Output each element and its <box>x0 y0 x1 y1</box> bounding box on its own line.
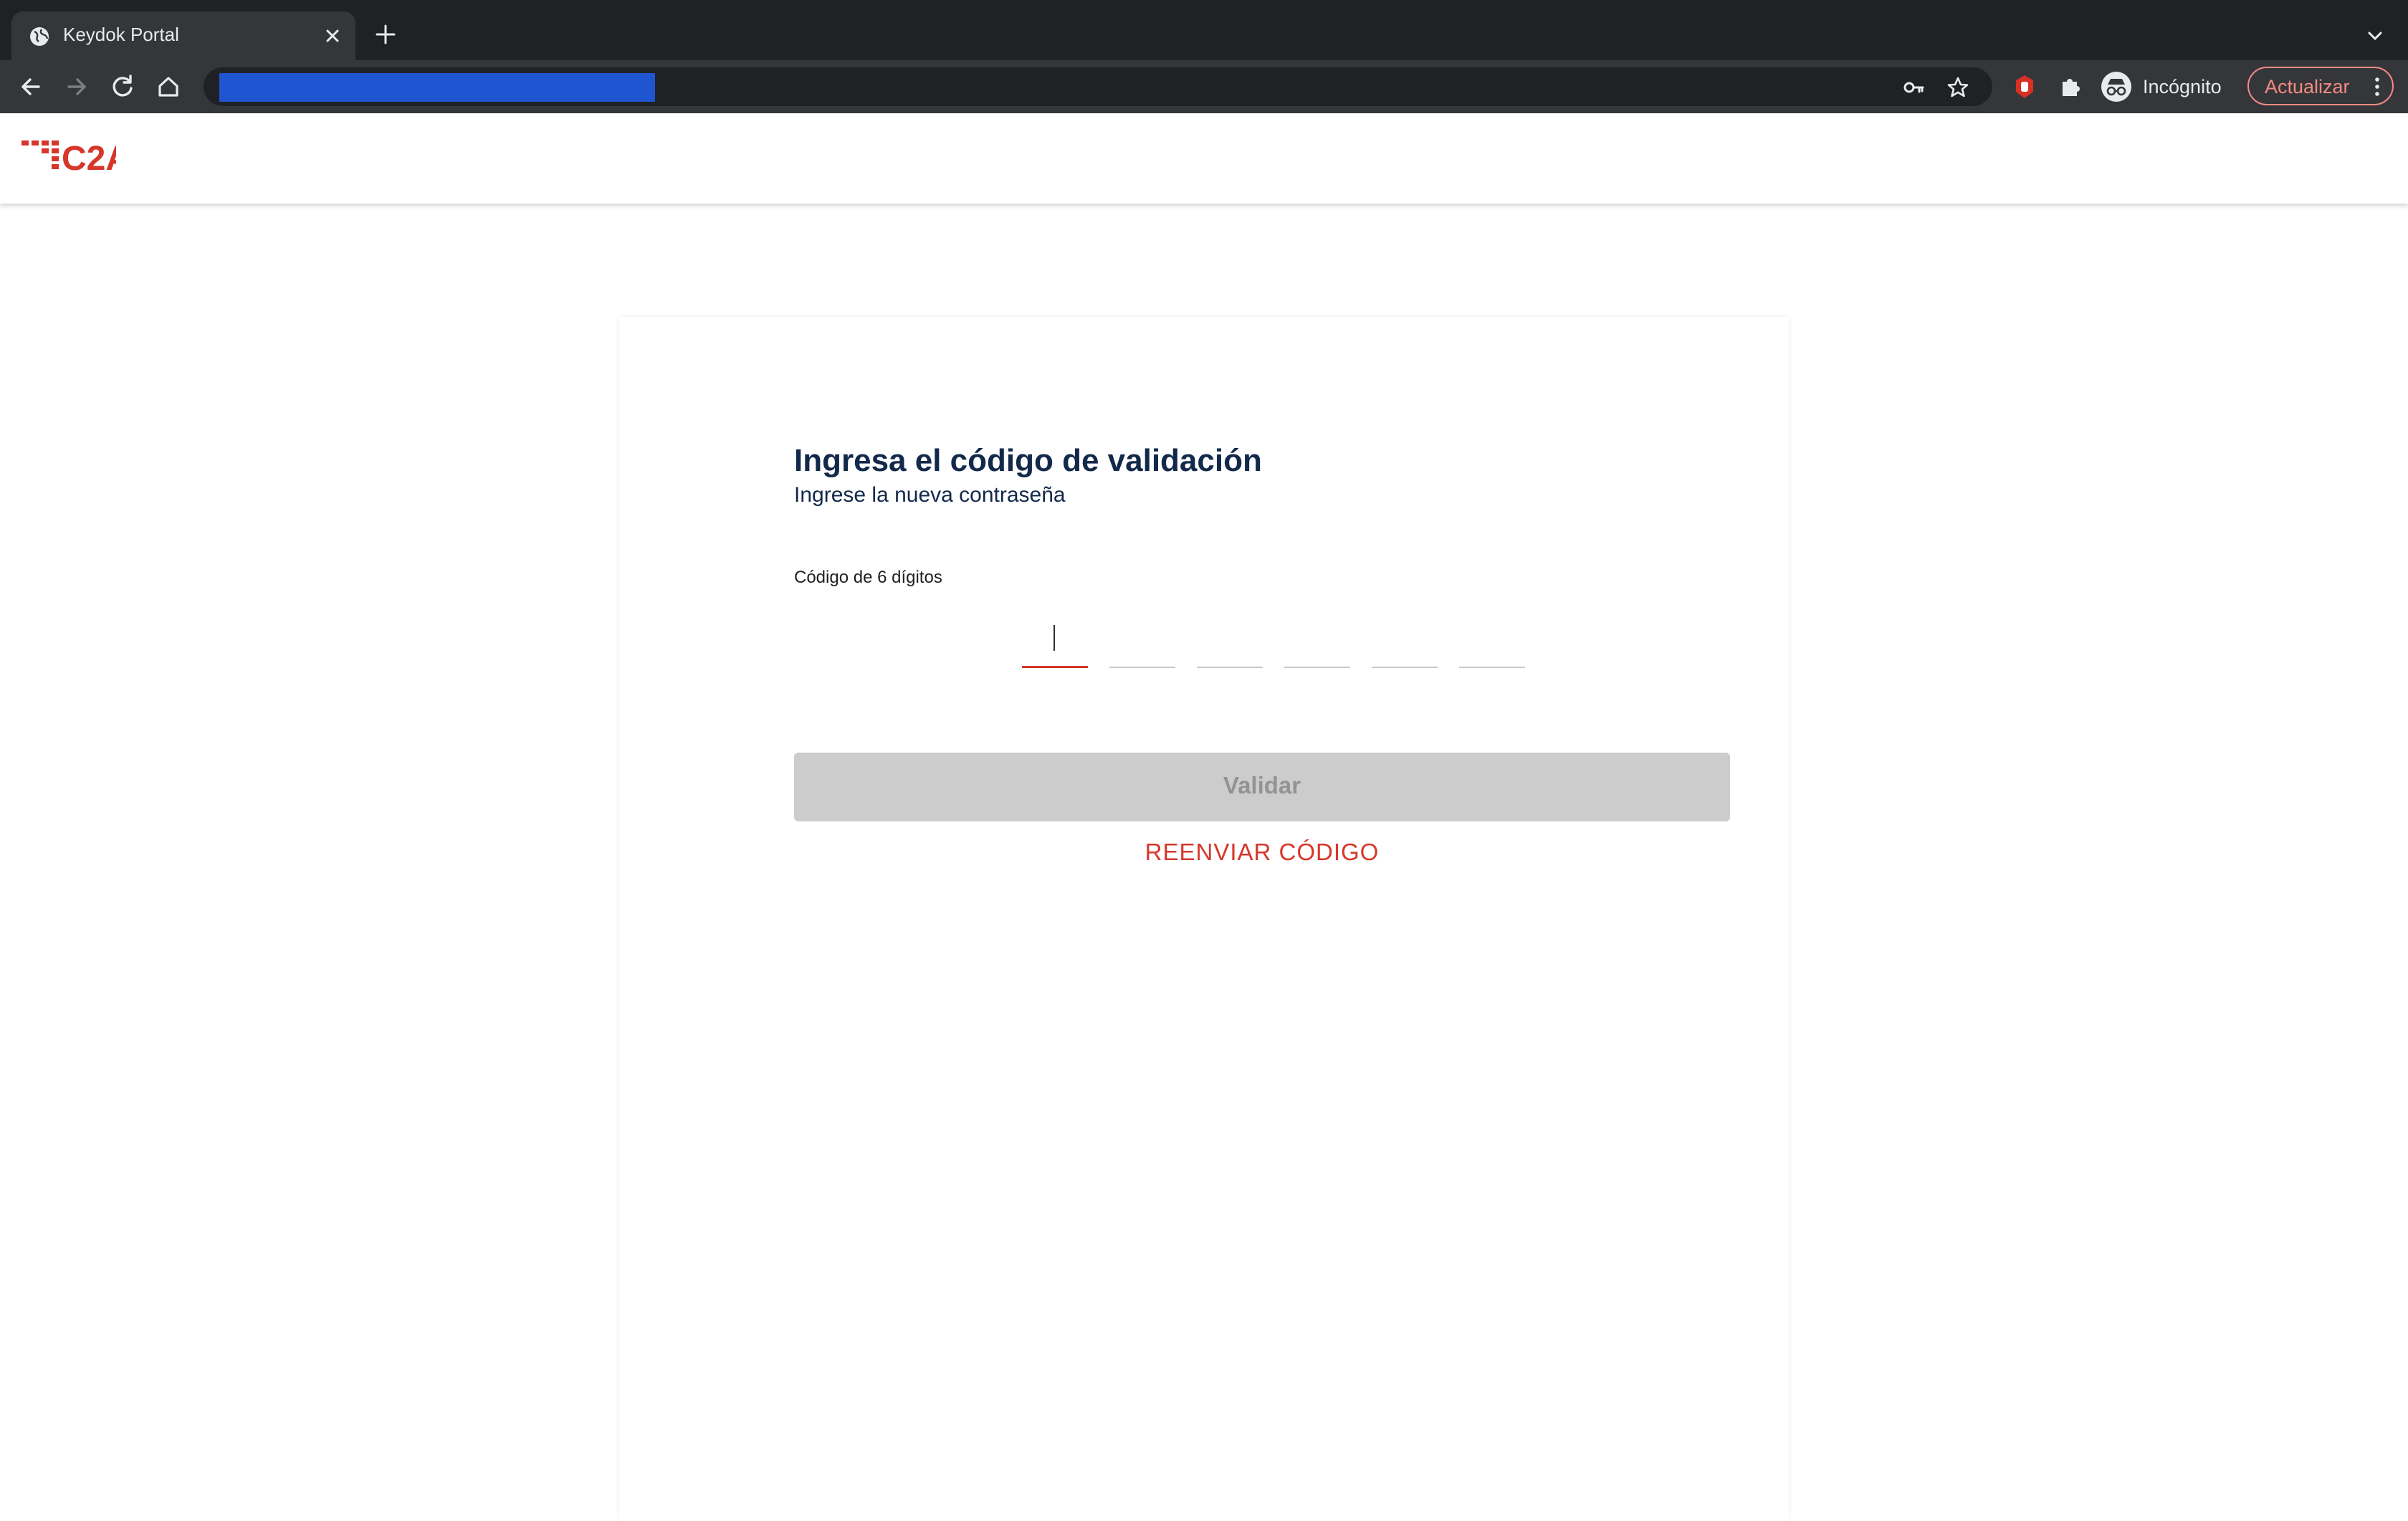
update-label: Actualizar <box>2265 76 2350 97</box>
validate-button-label: Validar <box>1223 772 1301 798</box>
incognito-profile-button[interactable]: Incógnito <box>2098 69 2242 105</box>
incognito-icon <box>2101 72 2131 102</box>
tab-title: Keydok Portal <box>63 24 179 45</box>
stop-hand-icon[interactable] <box>2011 73 2038 100</box>
url-redacted <box>219 73 655 102</box>
code-digit-input-3[interactable] <box>1197 616 1263 668</box>
app-header: C2A <box>0 113 2408 204</box>
update-browser-button[interactable]: Actualizar <box>2247 67 2394 105</box>
validate-button[interactable]: Validar <box>794 753 1730 821</box>
resend-code-link[interactable]: REENVIAR CÓDIGO <box>794 839 1730 866</box>
plus-icon[interactable] <box>374 23 397 46</box>
code-digit-wrapper-1 <box>1022 616 1088 668</box>
text-caret <box>1054 625 1055 651</box>
kebab-menu-icon <box>2375 77 2379 96</box>
puzzle-icon[interactable] <box>2057 73 2084 100</box>
browser-toolbar: Incógnito Actualizar <box>0 60 2408 113</box>
globe-icon <box>30 27 49 46</box>
validation-card: Ingresa el código de validación Ingrese … <box>619 317 1789 1521</box>
logo-text: C2A <box>62 140 116 173</box>
key-icon[interactable] <box>1902 76 1925 99</box>
page-title: Ingresa el código de validación <box>794 443 1262 478</box>
code-digit-input-2[interactable] <box>1109 616 1175 668</box>
star-icon[interactable] <box>1946 76 1969 99</box>
home-icon[interactable] <box>155 73 182 100</box>
code-field-label: Código de 6 dígitos <box>794 568 942 587</box>
page-subtitle: Ingrese la nueva contraseña <box>794 483 1066 507</box>
code-digit-input-1[interactable] <box>1022 616 1088 668</box>
code-digit-input-4[interactable] <box>1284 616 1350 668</box>
arrow-right-icon[interactable] <box>63 73 90 100</box>
code-digit-group <box>1022 616 1535 669</box>
arrow-left-icon[interactable] <box>17 73 44 100</box>
close-icon[interactable] <box>322 26 343 46</box>
profile-label: Incógnito <box>2143 76 2222 97</box>
code-digit-input-5[interactable] <box>1372 616 1438 668</box>
address-bar[interactable] <box>204 67 1992 106</box>
browser-tab[interactable]: Keydok Portal <box>11 11 355 60</box>
code-digit-input-6[interactable] <box>1459 616 1525 668</box>
browser-tab-strip: Keydok Portal <box>0 0 2408 60</box>
chevron-down-icon[interactable] <box>2365 26 2385 46</box>
reload-icon[interactable] <box>109 73 136 100</box>
c2a-logo[interactable]: C2A <box>22 136 116 173</box>
